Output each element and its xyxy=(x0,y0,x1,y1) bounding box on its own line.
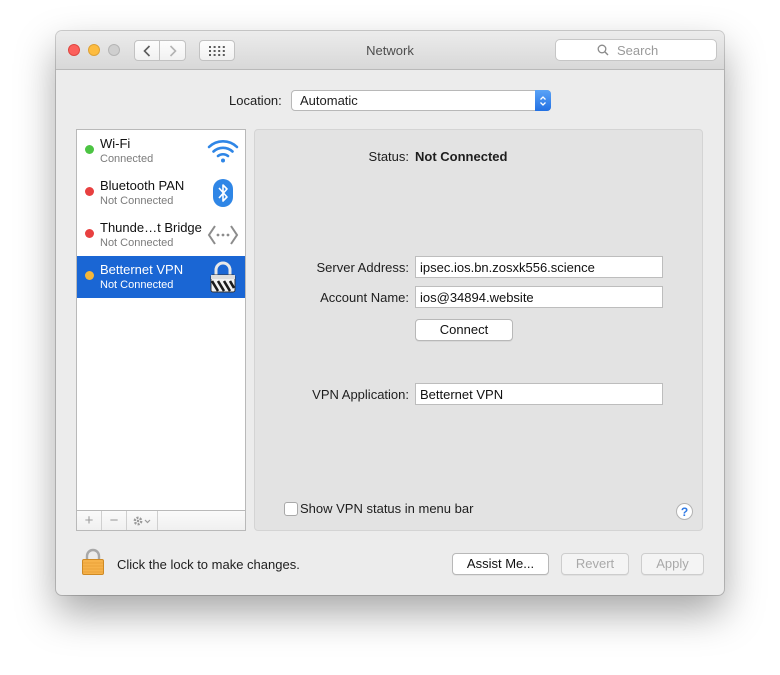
status-dot-yellow xyxy=(85,271,94,280)
vpn-lock-icon xyxy=(207,261,239,293)
status-dot-red xyxy=(85,229,94,238)
chevron-up-down-icon xyxy=(540,95,546,106)
remove-service-button[interactable]: − xyxy=(102,511,127,530)
show-vpn-status-checkbox[interactable] xyxy=(284,502,298,516)
vpn-application-field[interactable] xyxy=(415,383,663,405)
help-button[interactable]: ? xyxy=(676,503,693,520)
service-list-toolbar: + − xyxy=(76,511,246,531)
service-name: Thunde…t Bridge xyxy=(100,220,202,235)
location-select[interactable]: Automatic xyxy=(291,90,551,111)
location-label: Location: xyxy=(229,93,282,108)
account-name-label: Account Name: xyxy=(320,290,409,305)
apply-button[interactable]: Apply xyxy=(641,553,704,575)
service-item-thunderbolt-bridge[interactable]: Thunde…t Bridge Not Connected xyxy=(77,214,245,256)
lock-icon xyxy=(82,548,104,575)
status-dot-green xyxy=(85,145,94,154)
service-status: Not Connected xyxy=(100,237,174,249)
network-preferences-window: Network Location: Automatic Wi-Fi Connec… xyxy=(56,31,724,595)
location-value: Automatic xyxy=(300,93,358,108)
lock-hint-text: Click the lock to make changes. xyxy=(117,557,300,572)
add-service-button[interactable]: + xyxy=(77,511,102,530)
remove-label: − xyxy=(109,512,119,529)
search-icon xyxy=(597,44,609,56)
status-label: Status: xyxy=(368,149,409,164)
service-name: Wi-Fi xyxy=(100,136,131,151)
title-bar[interactable]: Network xyxy=(56,31,724,70)
question-mark-icon: ? xyxy=(680,504,689,519)
status-dot-red xyxy=(85,187,94,196)
service-status: Connected xyxy=(100,153,154,165)
search-input[interactable] xyxy=(615,41,675,59)
wifi-icon xyxy=(207,135,239,167)
server-address-label: Server Address: xyxy=(316,260,410,275)
thunderbolt-bridge-icon xyxy=(207,219,239,251)
revert-button[interactable]: Revert xyxy=(561,553,629,575)
assist-me-button[interactable]: Assist Me... xyxy=(452,553,549,575)
add-label: + xyxy=(84,512,94,529)
search-field[interactable] xyxy=(555,39,717,61)
service-item-bluetooth-pan[interactable]: Bluetooth PAN Not Connected xyxy=(77,172,245,214)
network-service-list: Wi-Fi Connected Bluetooth PAN Not Connec… xyxy=(76,129,246,511)
status-value: Not Connected xyxy=(415,149,508,164)
account-name-field[interactable] xyxy=(415,286,663,308)
service-item-betternet-vpn[interactable]: Betternet VPN Not Connected xyxy=(77,256,245,298)
select-stepper[interactable] xyxy=(535,90,551,111)
service-status: Not Connected xyxy=(100,279,174,291)
connect-button[interactable]: Connect xyxy=(415,319,513,341)
bluetooth-icon xyxy=(207,177,239,209)
service-name: Betternet VPN xyxy=(100,262,184,277)
service-item-wifi[interactable]: Wi-Fi Connected xyxy=(77,130,245,172)
action-menu-button[interactable] xyxy=(127,511,158,530)
service-status: Not Connected xyxy=(100,195,174,207)
show-vpn-status-label: Show VPN status in menu bar xyxy=(300,501,474,516)
lock-button[interactable] xyxy=(81,548,105,576)
vpn-detail-pane: Status: Not Connected Server Address: Ac… xyxy=(254,129,703,531)
vpn-application-label: VPN Application: xyxy=(312,387,409,402)
gear-icon xyxy=(133,516,151,525)
server-address-field[interactable] xyxy=(415,256,663,278)
service-name: Bluetooth PAN xyxy=(100,178,185,193)
